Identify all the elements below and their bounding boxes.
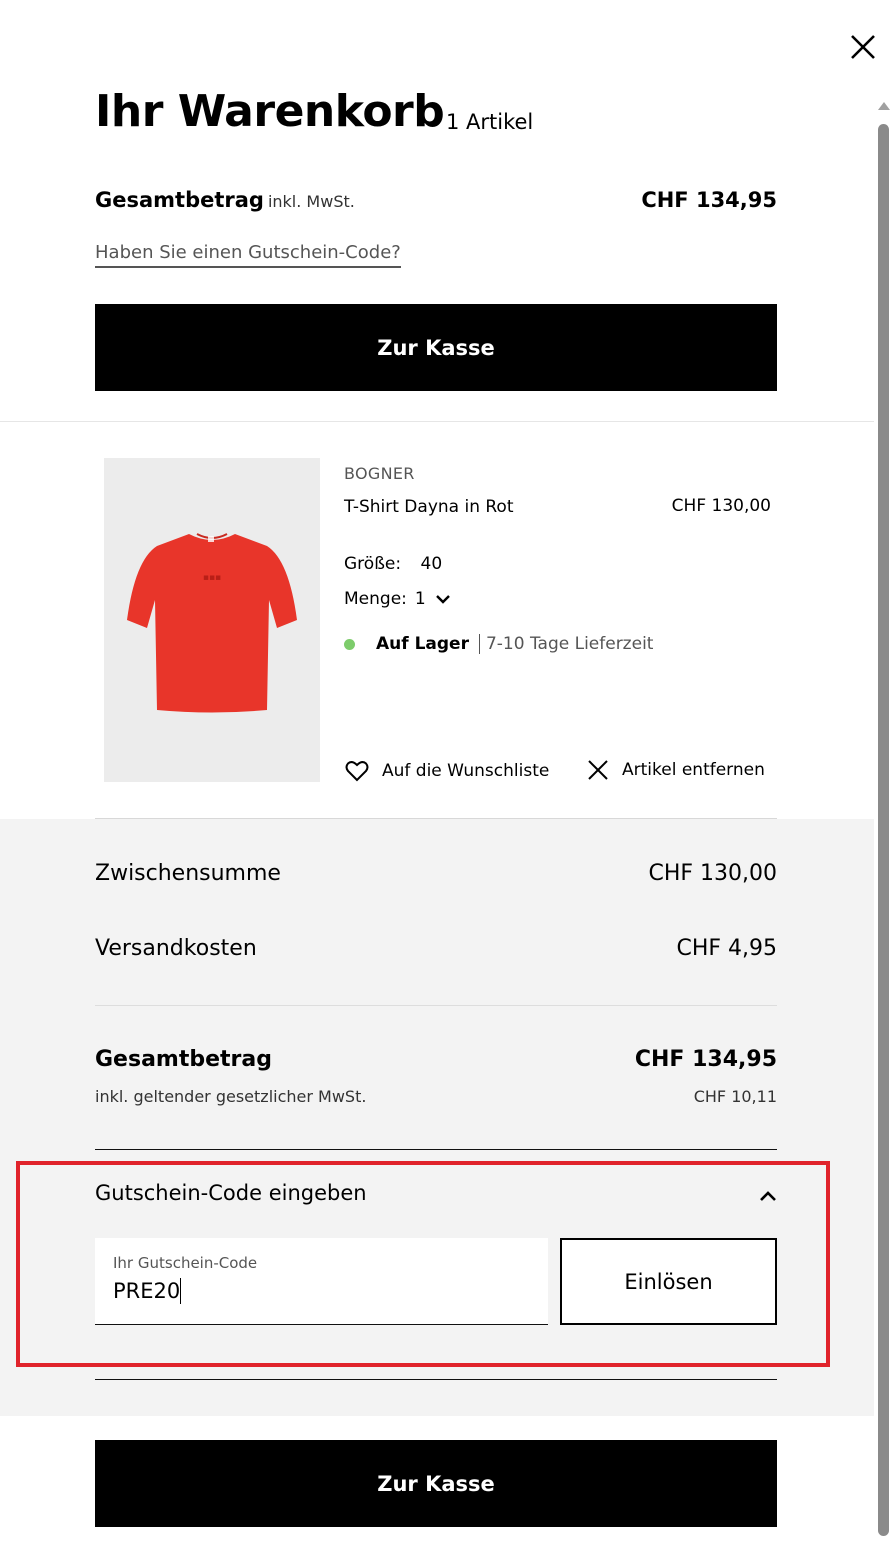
checkout-button-bottom[interactable]: Zur Kasse bbox=[95, 1440, 777, 1527]
size-value: 40 bbox=[420, 554, 443, 574]
stock-indicator-icon bbox=[344, 638, 355, 650]
chevron-down-icon bbox=[435, 595, 450, 604]
quantity-label: Menge: bbox=[344, 589, 407, 609]
subtotal-value: CHF 130,00 bbox=[648, 861, 777, 886]
add-to-wishlist-button[interactable]: Auf die Wunschliste bbox=[344, 758, 549, 784]
page-title: Ihr Warenkorb bbox=[95, 86, 445, 137]
heart-icon bbox=[345, 761, 369, 782]
product-image[interactable]: ▪▪▪ bbox=[104, 458, 320, 782]
divider bbox=[95, 1149, 777, 1150]
scroll-up-arrow-icon[interactable] bbox=[878, 102, 890, 110]
stock-status-text: Auf Lager bbox=[376, 634, 480, 654]
shipping-label: Versandkosten bbox=[95, 936, 257, 961]
item-count: 1 Artikel bbox=[446, 110, 534, 134]
grand-total-label: Gesamtbetrag bbox=[95, 1047, 272, 1072]
shipping-value: CHF 4,95 bbox=[676, 936, 777, 961]
close-icon bbox=[588, 760, 608, 780]
quantity-value: 1 bbox=[414, 589, 426, 609]
tshirt-icon: ▪▪▪ bbox=[127, 533, 297, 713]
remove-item-label: Artikel entfernen bbox=[622, 760, 765, 780]
scrollbar[interactable] bbox=[874, 96, 892, 1552]
quantity-select[interactable]: Menge: 1 bbox=[344, 589, 452, 609]
voucher-code-link[interactable]: Haben Sie einen Gutschein-Code? bbox=[95, 242, 401, 268]
close-button[interactable] bbox=[846, 30, 880, 64]
highlight-box bbox=[16, 1161, 830, 1367]
shirt-print-icon: ▪▪▪ bbox=[203, 573, 221, 583]
product-price: CHF 130,00 bbox=[671, 496, 771, 516]
product-name[interactable]: T-Shirt Dayna in Rot bbox=[344, 497, 514, 517]
total-label-suffix: inkl. MwSt. bbox=[267, 192, 355, 211]
total-label-text: Gesamtbetrag bbox=[95, 188, 264, 212]
subtotal-label: Zwischensumme bbox=[95, 861, 281, 886]
delivery-time: 7-10 Tage Lieferzeit bbox=[485, 634, 654, 654]
divider bbox=[95, 1379, 777, 1380]
vat-label: inkl. geltender gesetzlicher MwSt. bbox=[95, 1087, 367, 1106]
product-brand: BOGNER bbox=[344, 464, 415, 483]
divider bbox=[0, 421, 874, 422]
scrollbar-thumb[interactable] bbox=[878, 124, 889, 1536]
grand-total-value: CHF 134,95 bbox=[634, 1047, 777, 1072]
stock-status: Auf Lager 7-10 Tage Lieferzeit bbox=[344, 634, 653, 654]
total-value: CHF 134,95 bbox=[641, 188, 777, 212]
checkout-button-top[interactable]: Zur Kasse bbox=[95, 304, 777, 391]
remove-item-button[interactable]: Artikel entfernen bbox=[586, 758, 765, 782]
close-icon bbox=[851, 35, 875, 59]
size-row: Größe: 40 bbox=[344, 554, 442, 574]
wishlist-label: Auf die Wunschliste bbox=[382, 761, 550, 781]
size-label: Größe: bbox=[344, 554, 402, 574]
vat-value: CHF 10,11 bbox=[693, 1087, 777, 1106]
divider bbox=[95, 1005, 777, 1006]
total-label: Gesamtbetrag inkl. MwSt. bbox=[95, 188, 355, 212]
